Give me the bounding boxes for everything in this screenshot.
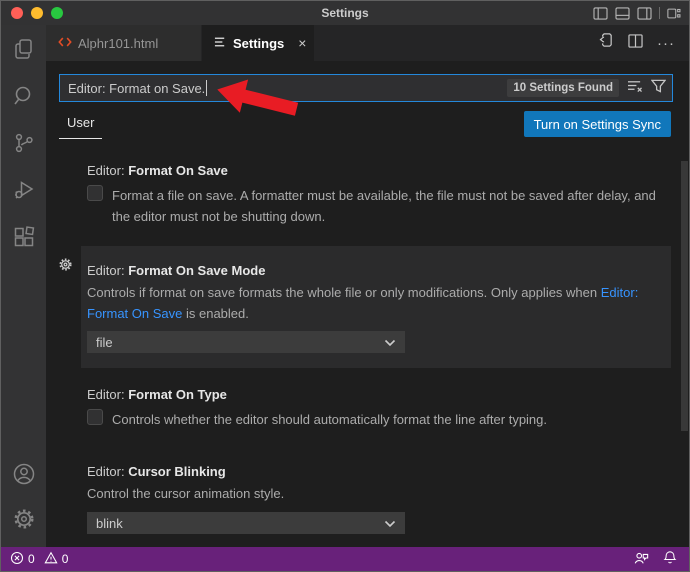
search-icon[interactable] bbox=[12, 84, 36, 108]
error-icon bbox=[10, 551, 24, 568]
feedback-icon[interactable] bbox=[633, 551, 649, 568]
clear-search-icon[interactable] bbox=[627, 79, 643, 98]
search-query-text: Editor: Format on Save. bbox=[68, 80, 206, 96]
setting-title: Editor: Format On Save Mode bbox=[87, 263, 266, 278]
tab-alphr101[interactable]: Alphr101.html bbox=[46, 25, 202, 61]
explorer-icon[interactable] bbox=[12, 37, 36, 61]
vertical-scrollbar[interactable] bbox=[681, 161, 688, 431]
setting-row-format-on-save: Editor: Format On Save Format a file on … bbox=[87, 163, 659, 227]
activity-bar bbox=[1, 25, 46, 547]
zoom-window-button[interactable] bbox=[51, 7, 63, 19]
window-title: Settings bbox=[321, 6, 369, 20]
setting-row-cursor-blinking: Editor: Cursor Blinking Control the curs… bbox=[87, 464, 659, 534]
setting-description: Control the cursor animation style. bbox=[87, 486, 285, 501]
html-file-icon bbox=[58, 36, 72, 51]
vscode-window: Settings Alphr101.html Settings × ··· Ed… bbox=[0, 0, 690, 572]
setting-row-format-on-save-mode: Editor: Format On Save Mode Controls if … bbox=[81, 246, 671, 368]
status-bar: 0 0 bbox=[1, 547, 689, 571]
settings-editor-icon bbox=[214, 36, 227, 51]
problems-indicator[interactable]: 0 0 bbox=[1, 551, 73, 568]
more-actions-icon[interactable]: ··· bbox=[657, 35, 675, 52]
extensions-icon[interactable] bbox=[12, 225, 36, 249]
setting-description: Controls whether the editor should autom… bbox=[112, 412, 548, 427]
split-editor-icon[interactable] bbox=[628, 33, 643, 53]
warning-count: 0 bbox=[61, 552, 69, 566]
tab-label: Settings bbox=[233, 35, 285, 51]
filter-icon[interactable] bbox=[650, 79, 667, 98]
setting-description: Format a file on save. A formatter must … bbox=[112, 188, 656, 224]
titlebar-divider bbox=[659, 7, 660, 19]
settings-sync-button[interactable]: Turn on Settings Sync bbox=[523, 111, 671, 137]
toggle-sidebar-icon[interactable] bbox=[593, 6, 608, 20]
tab-bar: Alphr101.html Settings × ··· bbox=[46, 25, 689, 61]
setting-title: Editor: Cursor Blinking bbox=[87, 464, 226, 479]
toggle-panel-icon[interactable] bbox=[615, 6, 630, 20]
manage-gear-icon[interactable] bbox=[12, 507, 36, 531]
format-on-save-checkbox[interactable] bbox=[87, 185, 103, 201]
minimize-window-button[interactable] bbox=[31, 7, 43, 19]
tab-user-scope[interactable]: User bbox=[59, 115, 103, 139]
toggle-secondary-sidebar-icon[interactable] bbox=[637, 6, 652, 20]
warning-icon bbox=[44, 551, 58, 568]
close-tab-icon[interactable]: × bbox=[298, 35, 306, 51]
close-window-button[interactable] bbox=[11, 7, 23, 19]
open-settings-json-icon[interactable] bbox=[597, 32, 614, 54]
format-on-save-mode-dropdown[interactable]: file bbox=[87, 331, 405, 353]
setting-row-format-on-type: Editor: Format On Type Controls whether … bbox=[87, 387, 659, 430]
setting-title: Editor: Format On Type bbox=[87, 387, 227, 402]
chevron-down-icon bbox=[384, 516, 396, 531]
account-icon[interactable] bbox=[12, 462, 36, 486]
tab-settings[interactable]: Settings × bbox=[202, 25, 314, 61]
setting-title: Editor: Format On Save bbox=[87, 163, 228, 178]
traffic-lights bbox=[1, 7, 63, 19]
settings-search-input[interactable]: Editor: Format on Save. 10 Settings Foun… bbox=[59, 74, 673, 102]
chevron-down-icon bbox=[384, 335, 396, 350]
error-count: 0 bbox=[28, 552, 35, 566]
customize-layout-icon[interactable] bbox=[667, 7, 681, 20]
settings-list: Editor: Format On Save Format a file on … bbox=[46, 159, 689, 547]
tab-label: Alphr101.html bbox=[78, 35, 159, 51]
notifications-bell-icon[interactable] bbox=[663, 550, 677, 568]
titlebar: Settings bbox=[1, 1, 689, 25]
text-cursor bbox=[206, 80, 208, 96]
setting-description: Controls if format on save formats the w… bbox=[87, 285, 639, 321]
settings-editor: Editor: Format on Save. 10 Settings Foun… bbox=[46, 61, 689, 547]
results-count-badge: 10 Settings Found bbox=[507, 79, 619, 97]
run-debug-icon[interactable] bbox=[12, 178, 36, 202]
setting-gear-icon[interactable] bbox=[58, 257, 73, 277]
settings-scope-row: User Turn on Settings Sync bbox=[46, 109, 689, 143]
cursor-blinking-dropdown[interactable]: blink bbox=[87, 512, 405, 534]
source-control-icon[interactable] bbox=[12, 131, 36, 155]
format-on-type-checkbox[interactable] bbox=[87, 409, 103, 425]
